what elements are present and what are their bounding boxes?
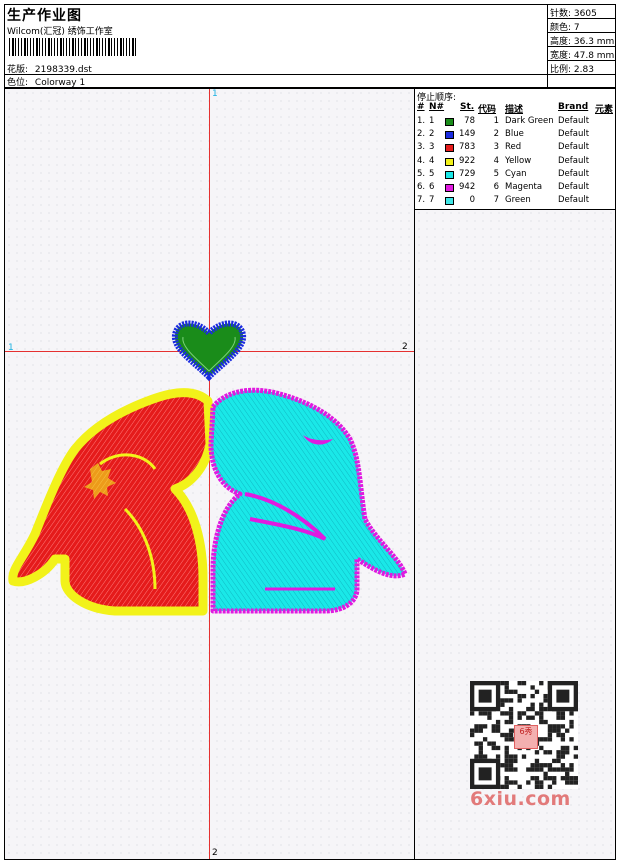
row-desc: Red xyxy=(505,142,522,153)
table-row[interactable]: 3. 3 783 3 Red Default xyxy=(415,142,615,155)
page-title: 生产作业图 xyxy=(7,8,82,24)
table-row[interactable]: 2. 2 149 2 Blue Default xyxy=(415,129,615,142)
col-brand: Brand xyxy=(558,102,589,112)
row-brand: Default xyxy=(558,116,590,126)
row-stitches: 942 xyxy=(459,182,476,192)
row-brand: Default xyxy=(558,182,590,192)
row-desc: Cyan xyxy=(505,168,527,179)
row-code: 3 xyxy=(493,142,499,153)
row-index: 5. xyxy=(417,168,426,179)
studio-name: Wilcom(汇冠) 绣饰工作室 xyxy=(7,27,113,37)
site-logo[interactable]: 6xiu.com xyxy=(470,788,571,810)
row-needle: 3 xyxy=(429,142,435,153)
row-code: 7 xyxy=(493,195,499,206)
color-swatch xyxy=(445,184,454,192)
row-brand: Default xyxy=(558,195,590,206)
table-row[interactable]: 4. 4 922 4 Yellow Default xyxy=(415,156,615,169)
row-stitches: 922 xyxy=(459,155,476,166)
row-index: 1. xyxy=(417,116,426,126)
header-divider xyxy=(4,74,548,75)
row-needle: 2 xyxy=(429,129,435,140)
colorway-label: 色位: xyxy=(7,78,29,88)
row-brand: Default xyxy=(558,142,590,153)
row-desc: Dark Green xyxy=(505,116,554,126)
row-index: 7. xyxy=(417,195,426,206)
row-stitches: 783 xyxy=(459,142,476,153)
col-element: 元素 xyxy=(595,105,614,115)
row-stitches: 149 xyxy=(459,129,476,140)
row-needle: 6 xyxy=(429,182,435,192)
color-swatch xyxy=(445,131,454,140)
row-needle: 5 xyxy=(429,168,435,179)
row-code: 6 xyxy=(493,182,499,192)
cyan-elephant xyxy=(208,387,408,614)
table-row[interactable]: 1. 1 78 1 Dark Green Default xyxy=(415,116,615,129)
color-swatch xyxy=(445,118,454,126)
row-brand: Default xyxy=(558,129,590,140)
table-row[interactable]: 5. 5 729 5 Cyan Default xyxy=(415,169,615,182)
row-desc: Blue xyxy=(505,129,524,140)
row-index: 2. xyxy=(417,129,426,140)
red-elephant xyxy=(8,388,215,616)
row-code: 2 xyxy=(493,129,499,140)
color-swatch xyxy=(445,170,454,179)
row-index: 3. xyxy=(417,142,426,153)
col-desc: 描述 xyxy=(505,105,524,115)
col-stitches: St. xyxy=(460,102,475,112)
row-brand: Default xyxy=(558,155,590,166)
row-needle: 4 xyxy=(429,155,435,166)
qr-code[interactable]: 6秀 xyxy=(470,681,578,789)
col-index: # xyxy=(417,102,425,112)
row-code: 1 xyxy=(493,116,499,126)
row-needle: 1 xyxy=(429,116,435,126)
table-row[interactable]: 6. 6 942 6 Magenta Default xyxy=(415,182,615,195)
stamp-seal: 6秀 xyxy=(514,725,538,749)
stats-panel: 针数: 3605 颜色: 7 高度: 36.3 mm 宽度: 47.8 mm 比… xyxy=(547,4,616,88)
color-swatch xyxy=(445,197,454,206)
design-canvas[interactable]: 1 1 2 2 xyxy=(4,88,415,860)
embroidery-preview xyxy=(8,320,408,616)
row-stitches: 78 xyxy=(464,116,475,126)
barcode xyxy=(9,38,137,56)
table-row[interactable]: 7. 7 0 7 Green Default xyxy=(415,195,615,208)
row-desc: Yellow xyxy=(505,155,532,166)
color-swatch xyxy=(445,144,454,153)
row-code: 5 xyxy=(493,168,499,179)
row-index: 6. xyxy=(417,182,426,192)
heart-shape xyxy=(171,320,247,382)
col-code: 代码 xyxy=(478,105,497,115)
row-needle: 7 xyxy=(429,195,435,206)
row-index: 4. xyxy=(417,155,426,166)
col-needle: N# xyxy=(429,102,445,112)
color-swatch xyxy=(445,157,454,166)
row-code: 4 xyxy=(493,155,499,166)
colorway-row: 色位: Colorway 1 xyxy=(7,75,85,88)
row-brand: Default xyxy=(558,168,590,179)
row-desc: Green xyxy=(505,195,531,206)
row-desc: Magenta xyxy=(505,182,543,192)
colorway-value: Colorway 1 xyxy=(34,78,86,88)
row-stitches: 0 xyxy=(469,195,475,206)
stop-sequence-table: 停止顺序: # N# St. 代码 描述 Brand 元素 1. 1 78 1 Dark… xyxy=(415,89,615,210)
row-stitches: 729 xyxy=(459,168,476,179)
